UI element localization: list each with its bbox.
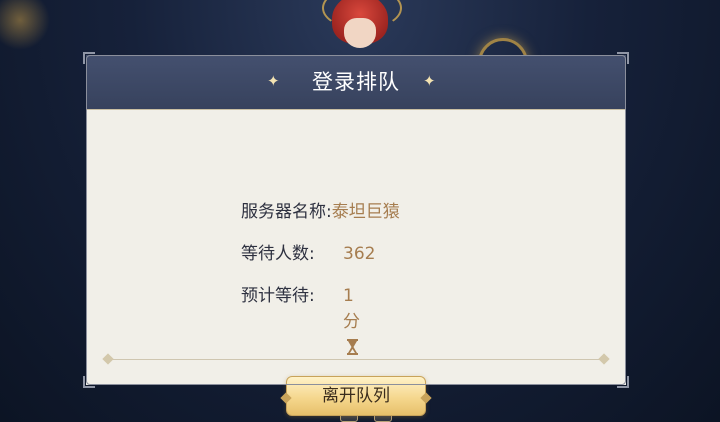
- character-head: [322, 0, 402, 52]
- frame-corner: [83, 376, 95, 388]
- button-ornament: [280, 392, 292, 404]
- frame-corner: [83, 52, 95, 64]
- leave-queue-label: 离开队列: [322, 386, 390, 406]
- login-queue-dialog: ✦ 登录排队 ✦ 服务器名称:泰坦巨猿 等待人数: 362 预计等待: 1分 离…: [83, 52, 629, 416]
- dialog-frame: [86, 55, 626, 385]
- character-face: [344, 18, 376, 48]
- background-glow: [0, 0, 50, 50]
- frame-corner: [617, 376, 629, 388]
- frame-corner: [617, 52, 629, 64]
- button-ornament: [420, 392, 432, 404]
